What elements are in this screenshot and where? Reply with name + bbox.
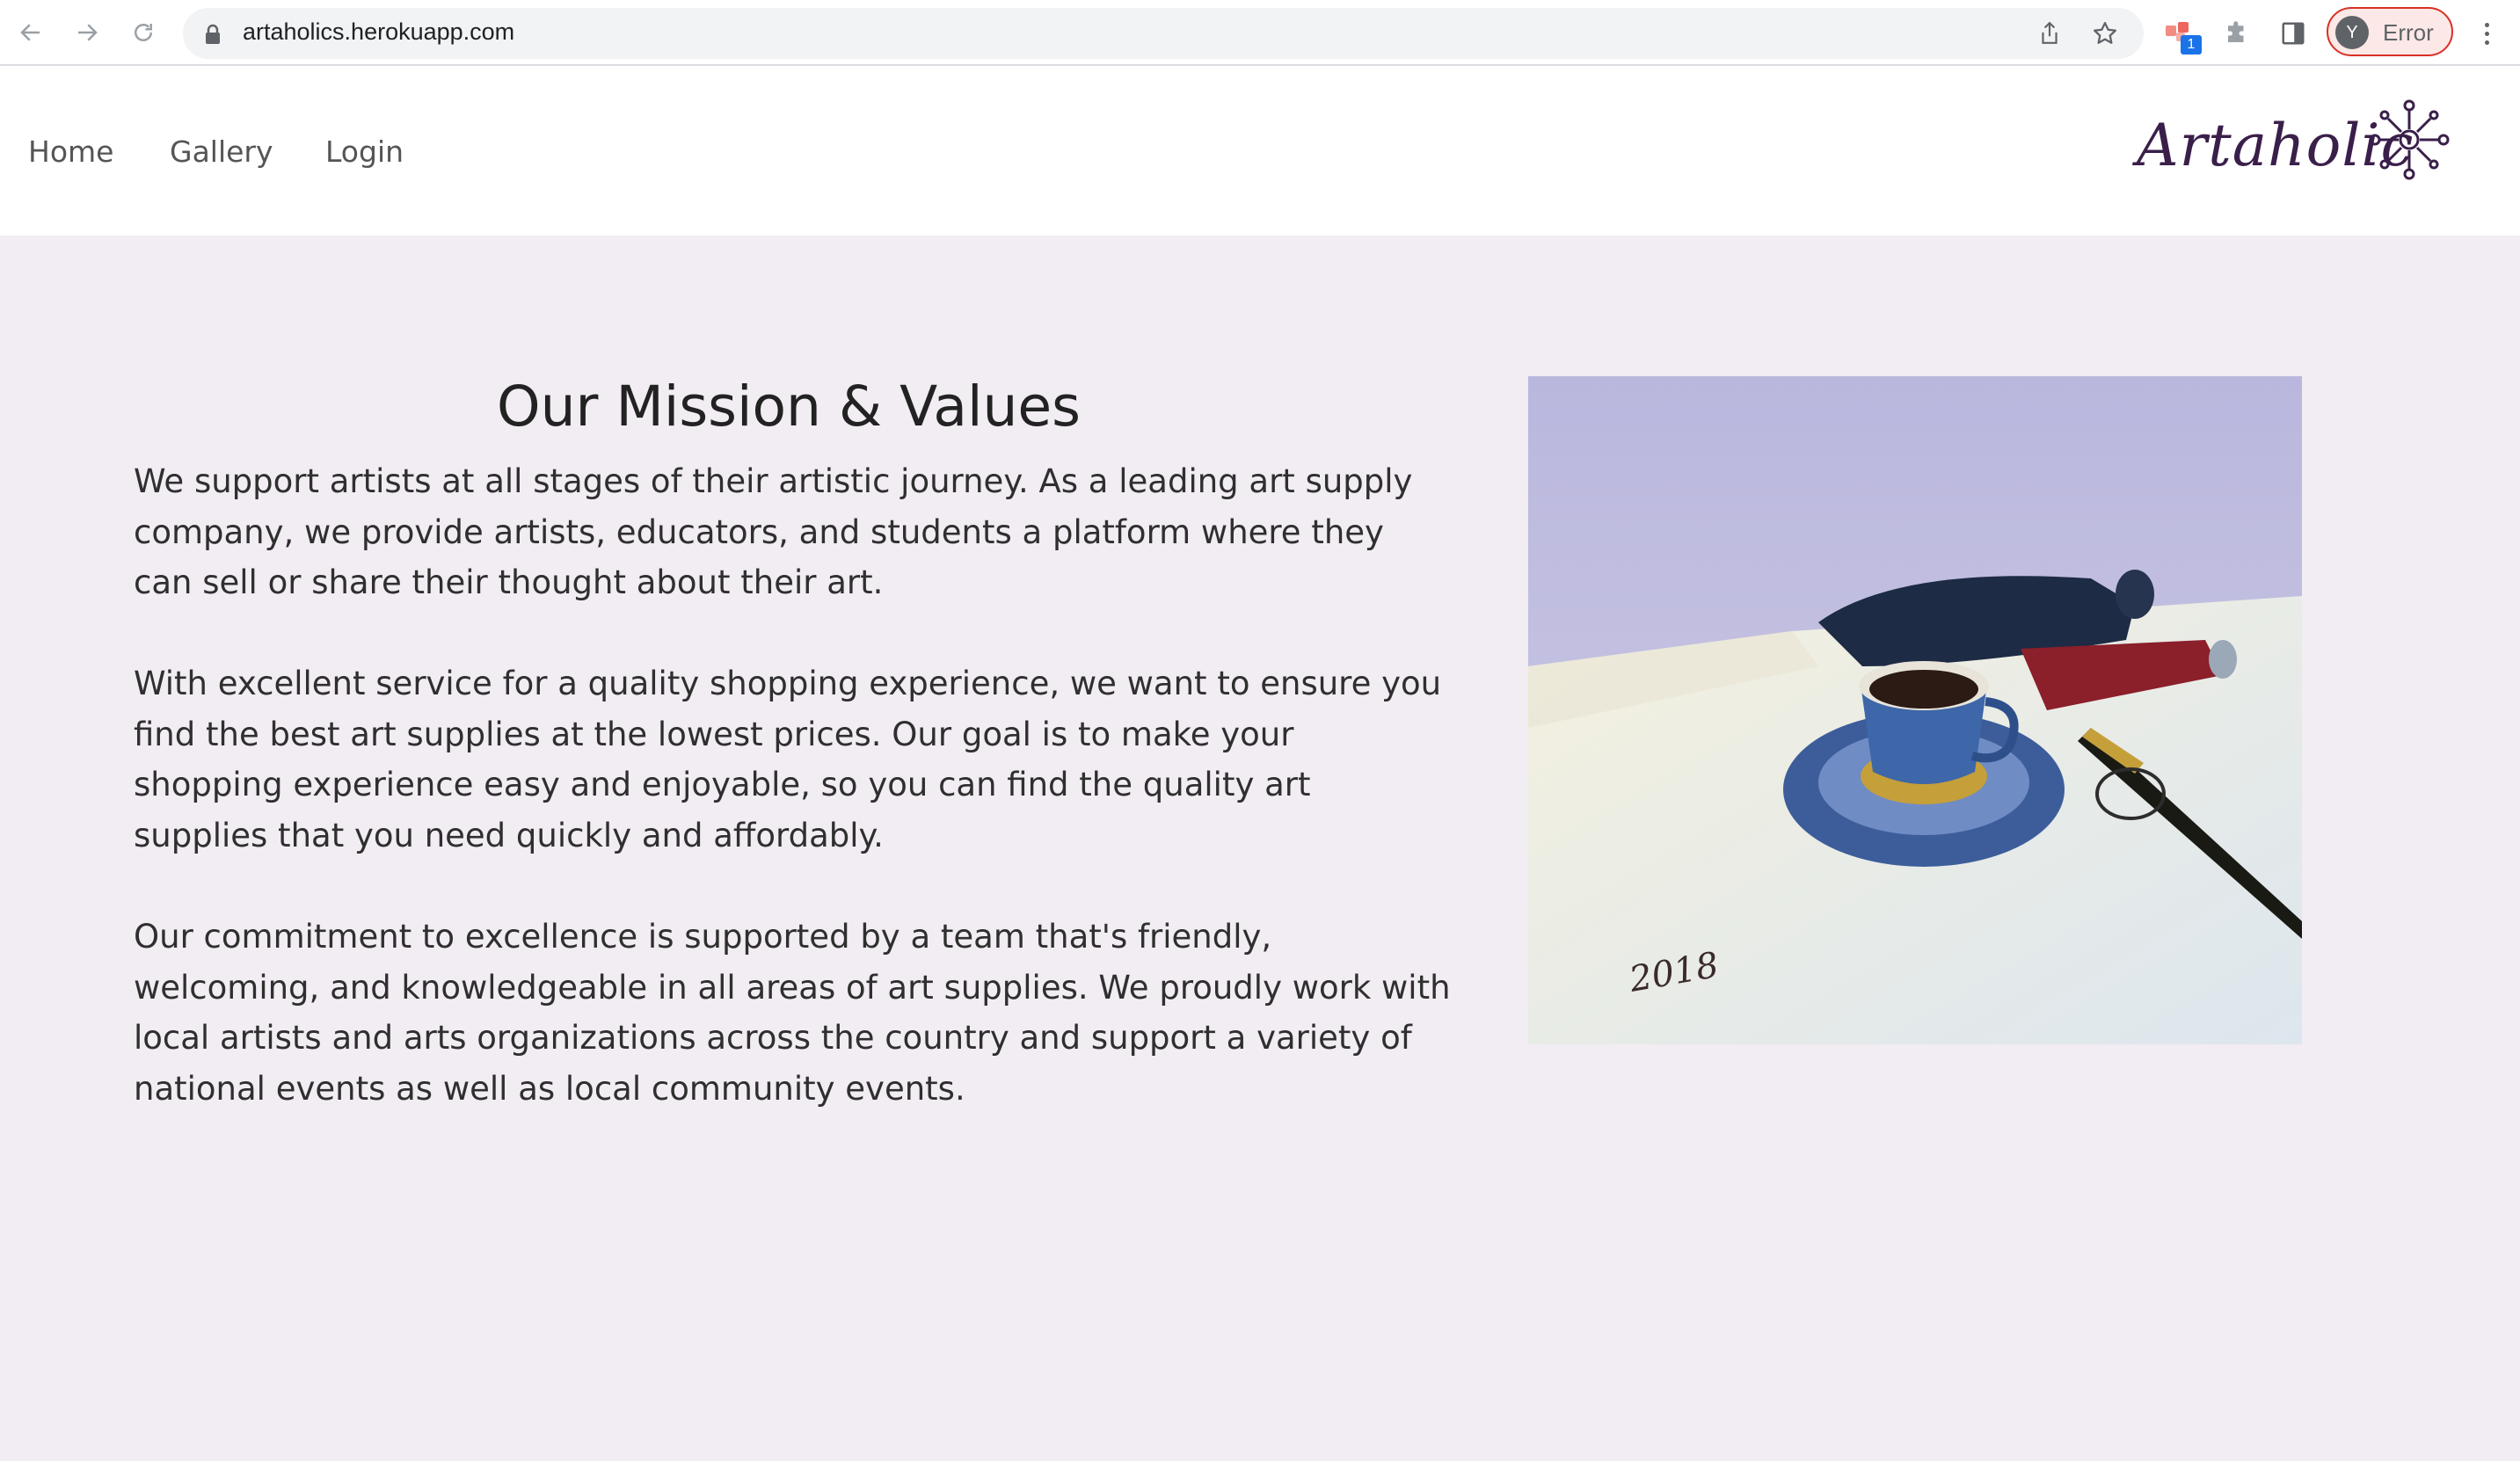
site-header: Home Gallery Login Artaholic xyxy=(0,66,2520,236)
mission-paragraph-1: We support artists at all stages of thei… xyxy=(134,462,1413,601)
menu-icon[interactable] xyxy=(2476,18,2497,49)
profile-error-label: Error xyxy=(2383,19,2434,46)
page-title: Our Mission & Values xyxy=(497,374,1081,439)
side-panel-icon[interactable] xyxy=(2277,18,2309,49)
star-icon[interactable] xyxy=(2092,20,2118,47)
avatar: Y xyxy=(2335,16,2369,49)
profile-button[interactable]: Y Error xyxy=(2327,7,2453,56)
logo-splash-icon xyxy=(2369,99,2450,180)
lock-icon[interactable] xyxy=(204,24,222,48)
reload-icon[interactable] xyxy=(127,16,160,49)
main-content: Our Mission & Values We support artists … xyxy=(0,236,2520,1461)
nav-home[interactable]: Home xyxy=(28,134,113,169)
back-icon[interactable] xyxy=(14,16,47,49)
address-bar[interactable]: artaholics.herokuapp.com xyxy=(183,8,2144,59)
url-text[interactable]: artaholics.herokuapp.com xyxy=(243,18,514,46)
share-icon[interactable] xyxy=(2036,20,2063,47)
forward-icon[interactable] xyxy=(70,16,104,49)
browser-toolbar: artaholics.herokuapp.com 1 Y Error xyxy=(0,0,2520,66)
mission-paragraph-2: With excellent service for a quality sho… xyxy=(134,665,1442,854)
nav-gallery[interactable]: Gallery xyxy=(170,134,273,169)
extension-badge: 1 xyxy=(2181,35,2202,55)
painting-image: 2018 xyxy=(1528,376,2302,1044)
puzzle-icon[interactable] xyxy=(2221,18,2253,49)
nav-login[interactable]: Login xyxy=(325,134,404,169)
mission-paragraph-3: Our commitment to excellence is supporte… xyxy=(134,918,1451,1108)
